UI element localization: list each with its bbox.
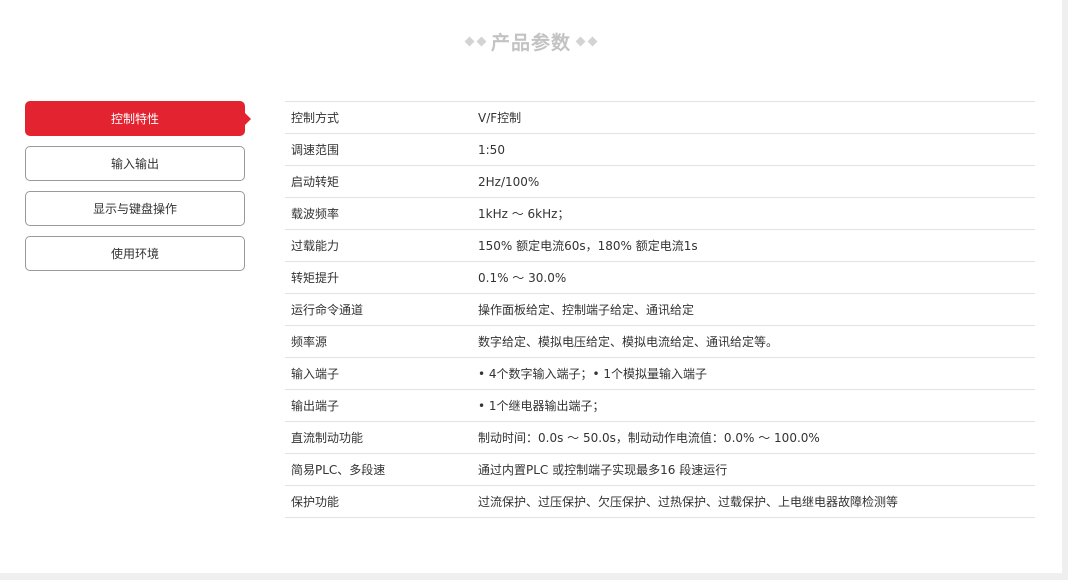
tab-label: 使用环境 — [110, 247, 159, 261]
tab-label: 控制特性 — [110, 112, 159, 126]
param-name: 启动转矩 — [291, 175, 340, 189]
param-value: 2Hz/100% — [478, 174, 540, 189]
param-value: 操作面板给定、控制端子给定、通讯给定 — [478, 303, 695, 317]
table-row: 调速范围 1:50 — [285, 133, 1035, 166]
param-value: 过流保护、过压保护、欠压保护、过热保护、过载保护、上电继电器故障检测等 — [478, 495, 899, 509]
param-value: 数字给定、模拟电压给定、模拟电流给定、通讯给定等。 — [478, 335, 779, 349]
table-row: 频率源 数字给定、模拟电压给定、模拟电流给定、通讯给定等。 — [285, 325, 1035, 358]
param-name: 输入端子 — [291, 367, 340, 381]
tab-environment[interactable]: 使用环境 — [25, 236, 245, 271]
param-value: 0.1% ～ 30.0% — [478, 271, 567, 285]
param-value: 1kHz ～ 6kHz； — [478, 207, 570, 221]
table-row: 简易PLC、多段速 通过内置PLC 或控制端子实现最多16 段速运行 — [285, 453, 1035, 486]
tab-control-features[interactable]: 控制特性 — [25, 101, 251, 136]
param-value: 通过内置PLC 或控制端子实现最多16 段速运行 — [478, 463, 728, 477]
section-title-text: 产品参数 — [490, 32, 571, 54]
param-name: 转矩提升 — [291, 271, 340, 285]
param-name: 控制方式 — [291, 111, 340, 125]
param-name: 调速范围 — [291, 143, 340, 157]
table-row: 保护功能 过流保护、过压保护、欠压保护、过热保护、过载保护、上电继电器故障检测等 — [285, 485, 1035, 518]
section-title: 产品参数 — [0, 28, 1062, 55]
table-row: 运行命令通道 操作面板给定、控制端子给定、通讯给定 — [285, 293, 1035, 326]
table-row: 转矩提升 0.1% ～ 30.0% — [285, 261, 1035, 294]
tab-label: 输入输出 — [110, 157, 159, 171]
diamond-decor-right-icon — [575, 36, 598, 47]
param-name: 过载能力 — [291, 239, 340, 253]
param-value: 1:50 — [478, 142, 505, 157]
product-params-panel: 产品参数 控制特性 输入输出 显示与键盘操作 使用环境 控制方式 V/F控制 调… — [0, 0, 1062, 573]
param-value: 制动时间：0.0s ～ 50.0s，制动动作电流值：0.0% ～ 100.0% — [478, 431, 820, 445]
param-value: V/F控制 — [478, 111, 522, 125]
params-table: 控制方式 V/F控制 调速范围 1:50 启动转矩 2Hz/100% 载波频率 … — [285, 101, 1035, 518]
tab-label: 显示与键盘操作 — [92, 202, 177, 216]
param-name: 保护功能 — [291, 495, 340, 509]
table-row: 直流制动功能 制动时间：0.0s ～ 50.0s，制动动作电流值：0.0% ～ … — [285, 421, 1035, 454]
param-value: 150% 额定电流60s，180% 额定电流1s — [478, 239, 698, 253]
table-row: 输入端子 • 4个数字输入端子；• 1个模拟量输入端子 — [285, 357, 1035, 390]
table-row: 载波频率 1kHz ～ 6kHz； — [285, 197, 1035, 230]
param-name: 直流制动功能 — [291, 431, 364, 445]
param-name: 频率源 — [291, 335, 328, 349]
tab-input-output[interactable]: 输入输出 — [25, 146, 245, 181]
diamond-decor-left-icon — [464, 36, 487, 47]
tab-display-keyboard[interactable]: 显示与键盘操作 — [25, 191, 245, 226]
param-name: 简易PLC、多段速 — [291, 463, 386, 477]
param-value: • 4个数字输入端子；• 1个模拟量输入端子 — [478, 367, 708, 381]
param-name: 载波频率 — [291, 207, 340, 221]
param-tabs: 控制特性 输入输出 显示与键盘操作 使用环境 — [25, 101, 251, 281]
param-value: • 1个继电器输出端子； — [478, 399, 605, 413]
table-row: 输出端子 • 1个继电器输出端子； — [285, 389, 1035, 422]
table-row: 启动转矩 2Hz/100% — [285, 165, 1035, 198]
table-row: 过载能力 150% 额定电流60s，180% 额定电流1s — [285, 229, 1035, 262]
param-name: 运行命令通道 — [291, 303, 364, 317]
param-name: 输出端子 — [291, 399, 340, 413]
table-row: 控制方式 V/F控制 — [285, 101, 1035, 134]
